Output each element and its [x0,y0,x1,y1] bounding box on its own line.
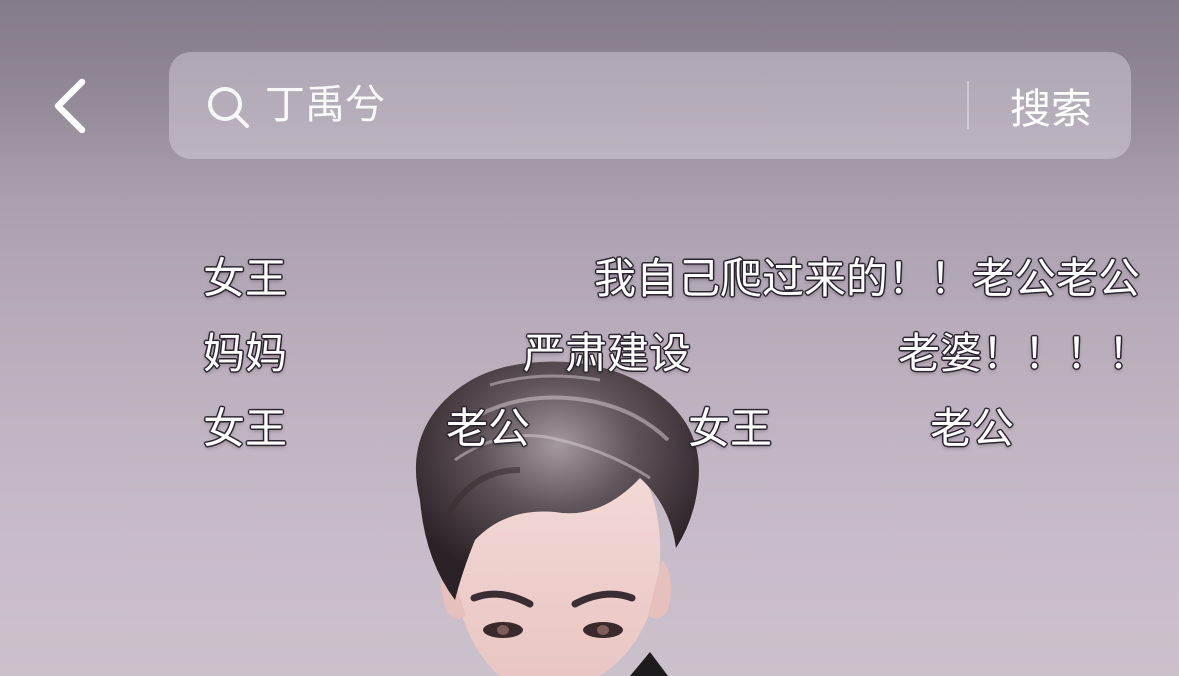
danmaku-comment: 严肃建设 [523,329,692,378]
search-bar: 搜索 [169,52,1131,159]
chevron-left-icon [54,78,86,134]
danmaku-comment: 老公 [446,404,531,453]
danmaku-comment: 老婆！！！！ [898,329,1151,378]
search-input[interactable] [265,74,945,136]
search-icon [208,87,249,128]
danmaku-comment: 妈妈 [203,329,288,378]
danmaku-comment: 女王 [203,404,288,453]
danmaku-comment: 女王 [688,404,773,453]
search-button[interactable]: 搜索 [989,74,1113,136]
danmaku-comment: 女王 [203,254,288,303]
back-button[interactable] [30,66,110,146]
danmaku-comment: 我自己爬过来的！！老公老公 [594,254,1141,303]
search-divider [967,81,969,129]
danmaku-comment: 老公 [930,404,1015,453]
